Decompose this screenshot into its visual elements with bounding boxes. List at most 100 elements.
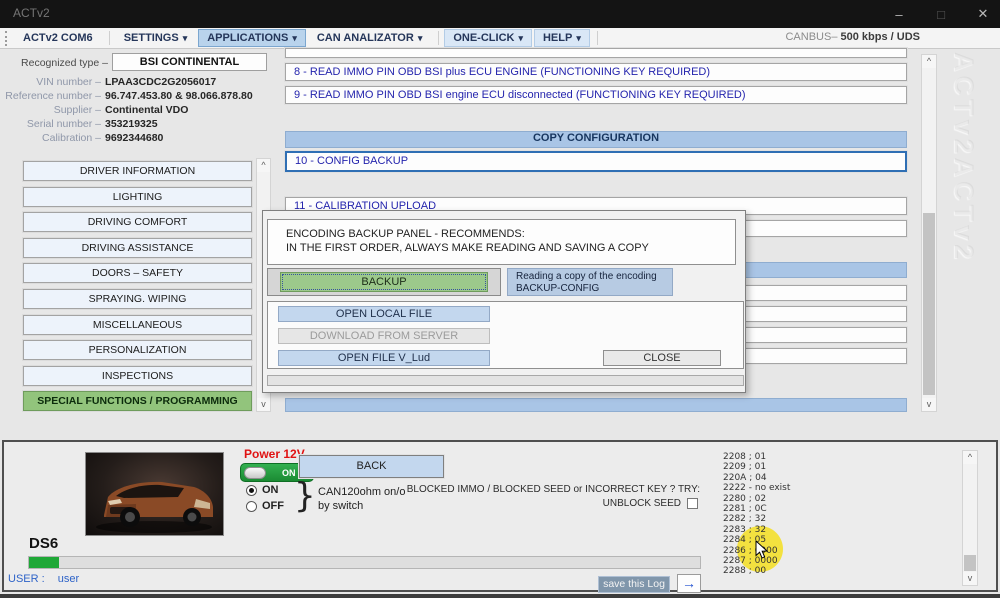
supplier-row: Supplier –Continental VDO [0,104,188,116]
log-line: 220A ; 04 [723,473,790,483]
go-arrow-button[interactable]: → [677,574,701,593]
backup-note: Reading a copy of the encoding BACKUP-CO… [507,268,673,296]
list-item-partial[interactable] [285,48,907,58]
category-spraying-wiping[interactable]: SPRAYING. WIPING [23,289,252,309]
toolbar-drag-handle-icon [5,31,8,46]
log-line: 2222 - no exist [723,483,790,493]
scroll-up-icon[interactable]: ^ [963,451,977,464]
category-special-functions[interactable]: SPECIAL FUNCTIONS / PROGRAMMING [23,391,252,411]
brace-glyph: } [294,476,316,516]
menu-actv2-com6[interactable]: ACTv2 COM6 [14,29,102,47]
unblock-seed-checkbox[interactable] [687,498,698,509]
actv2-watermark: ACTv2ACTv2 [948,52,979,432]
scrollbar-thumb[interactable] [923,213,935,395]
serial-row: Serial number –353219325 [0,118,158,130]
chevron-down-icon: ▾ [518,33,523,43]
scrollbar-thumb[interactable] [964,555,976,571]
open-local-file-button[interactable]: OPEN LOCAL FILE [278,306,490,322]
category-driving-assistance[interactable]: DRIVING ASSISTANCE [23,238,252,258]
log-line: 2280 ; 02 [723,494,790,504]
can-off-radio-row: OFF [246,500,284,512]
menu-settings[interactable]: SETTINGS▾ [115,29,197,47]
menu-separator [597,31,598,45]
app-window: ACTv2 – □ ✕ ACTv2 COM6 SETTINGS▾ APPLICA… [0,0,1000,598]
scroll-down-icon[interactable]: v [922,398,936,411]
category-inspections[interactable]: INSPECTIONS [23,366,252,386]
scroll-up-icon[interactable]: ^ [257,159,270,172]
unblock-seed-label: UNBLOCK SEED [603,498,681,509]
scroll-down-icon[interactable]: v [963,572,977,585]
menu-applications[interactable]: APPLICATIONS▾ [198,29,306,47]
radio-on[interactable] [246,485,257,496]
menu-can-analizator[interactable]: CAN ANALIZATOR▾ [308,29,432,47]
vehicle-model-label: DS6 [29,535,58,552]
recognized-type-label: Recognized type – [0,57,108,69]
window-title: ACTv2 [13,6,50,20]
category-lighting[interactable]: LIGHTING [23,187,252,207]
can-on-radio-row: ON [246,484,279,496]
list-item-10-selected[interactable]: 10 - CONFIG BACKUP [285,151,907,172]
menu-bar: ACTv2 COM6 SETTINGS▾ APPLICATIONS▾ CAN A… [0,28,1000,49]
minimize-icon[interactable]: – [890,7,908,22]
save-log-button[interactable]: save this Log [598,576,670,593]
list-item-9[interactable]: 9 - READ IMMO PIN OBD BSI engine ECU dis… [285,86,907,104]
vin-row: VIN number –LPAA3CDC2G2056017 [0,76,216,88]
log-scrollbar[interactable]: ^ v [962,450,978,586]
maximize-icon[interactable]: □ [932,7,950,22]
log-line: 2283 ; 32 [723,525,790,535]
close-button[interactable]: CLOSE [603,350,721,366]
main-list-scrollbar[interactable]: ^ v [921,54,937,412]
progress-bar [28,556,701,569]
dialog-progress-strip [267,375,744,386]
calibration-row: Calibration –9692344680 [0,132,163,144]
radio-off-label: OFF [262,500,284,512]
copy-configuration-header: COPY CONFIGURATION [285,131,907,148]
dialog-message-line1: ENCODING BACKUP PANEL - RECOMMENDS: [286,227,735,241]
vehicle-image [85,452,224,536]
menu-separator [438,31,439,45]
open-file-vlud-button[interactable]: OPEN FILE V_Lud [278,350,490,366]
user-row: USER : user [8,573,79,585]
dialog-message: ENCODING BACKUP PANEL - RECOMMENDS: IN T… [267,219,736,265]
scroll-down-icon[interactable]: v [257,398,270,411]
chevron-down-icon: ▾ [576,33,581,43]
radio-on-label: ON [262,484,279,496]
title-bar: ACTv2 – □ ✕ [0,0,1000,28]
category-driving-comfort[interactable]: DRIVING COMFORT [23,212,252,232]
recognized-type-value: BSI CONTINENTAL [112,53,267,71]
category-doors-safety[interactable]: DOORS – SAFETY [23,263,252,283]
reference-row: Reference number –96.747.453.80 & 98.066… [0,90,253,102]
user-value: user [58,573,79,585]
close-icon[interactable]: ✕ [974,6,992,22]
chevron-down-icon: ▾ [418,33,423,43]
category-miscellaneous[interactable]: MISCELLANEOUS [23,315,252,335]
menu-separator [109,31,110,45]
backup-button[interactable]: BACKUP [280,272,488,292]
download-from-server-button[interactable]: DOWNLOAD FROM SERVER [278,328,490,344]
category-list: DRIVER INFORMATION LIGHTING DRIVING COMF… [23,161,252,411]
chevron-down-icon: ▾ [183,33,188,43]
list-item-8[interactable]: 8 - READ IMMO PIN OBD BSI plus ECU ENGIN… [285,63,907,81]
menu-help[interactable]: HELP▾ [534,29,590,47]
log-line: 2209 ; 01 [723,462,790,472]
radio-off[interactable] [246,501,257,512]
encoding-backup-dialog: ENCODING BACKUP PANEL - RECOMMENDS: IN T… [262,210,746,393]
dialog-message-line2: IN THE FIRST ORDER, ALWAYS MAKE READING … [286,241,735,255]
category-personalization[interactable]: PERSONALIZATION [23,340,252,360]
back-button[interactable]: BACK [299,455,444,478]
toggle-knob [244,467,266,479]
scroll-up-icon[interactable]: ^ [922,55,936,68]
window-controls: – □ ✕ [890,0,992,28]
file-actions-box: OPEN LOCAL FILE DOWNLOAD FROM SERVER OPE… [267,301,744,369]
unblock-seed-row: UNBLOCK SEED [470,498,698,509]
mouse-cursor-icon [755,541,769,564]
blocked-immo-text: BLOCKED IMMO / BLOCKED SEED or INCORRECT… [370,484,700,495]
menu-one-click[interactable]: ONE-CLICK▾ [444,29,532,47]
user-label: USER : [8,573,45,585]
log-line: 2281 ; 0C [723,504,790,514]
canbus-status: CANBUS– 500 kbps / UDS [785,31,920,43]
log-line: 2208 ; 01 [723,452,790,462]
chevron-down-icon: ▾ [292,33,297,43]
category-driver-information[interactable]: DRIVER INFORMATION [23,161,252,181]
bottom-panel: Power 12V ON ON OFF } CAN120ohm on/o by … [2,440,998,592]
